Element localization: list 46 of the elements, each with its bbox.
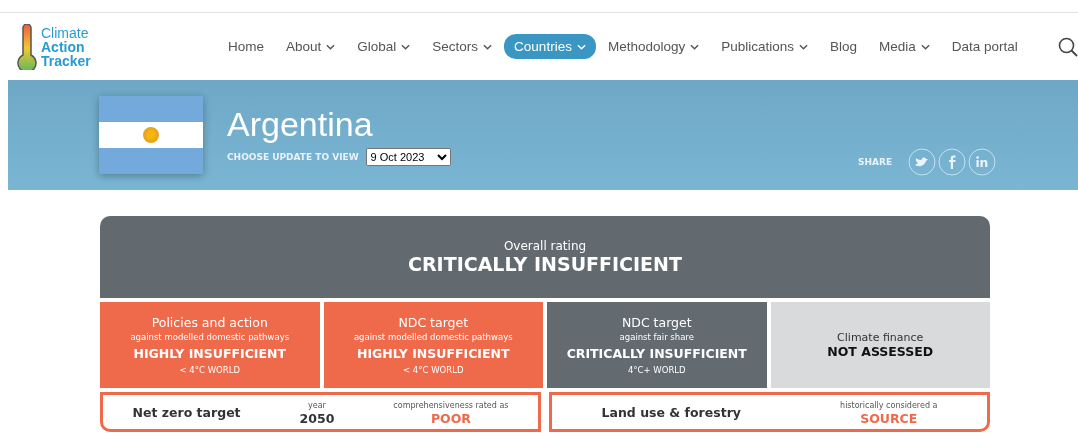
- thermometer-icon: [16, 23, 38, 70]
- update-select[interactable]: 9 Oct 2023: [365, 147, 451, 166]
- chevron-down-icon[interactable]: [326, 43, 336, 50]
- tile-world: < 4°C WORLD: [403, 365, 464, 375]
- tile-title: Policies and action: [151, 315, 268, 330]
- share-label: SHARE: [858, 157, 893, 167]
- fact-caption: historically considered a: [840, 400, 938, 412]
- overall-rating: CRITICALLY INSUFFICIENT: [408, 253, 682, 275]
- nav-item[interactable]: Home: [218, 34, 274, 59]
- nav-item[interactable]: About: [276, 34, 346, 59]
- fact-caption: comprehensiveness rated as: [393, 400, 509, 412]
- tile-rating: NOT ASSESSED: [827, 344, 934, 359]
- tile-title: NDC target: [621, 315, 692, 330]
- chevron-down-icon[interactable]: [799, 43, 808, 50]
- chevron-down-icon[interactable]: [690, 43, 700, 50]
- fact-value: SOURCE: [860, 412, 918, 425]
- tile-subtitle: against fair share: [619, 332, 694, 342]
- country-title: Argentina: [227, 104, 374, 144]
- target-label: Land use & forestry: [601, 404, 741, 420]
- nav-item[interactable]: Global: [347, 34, 421, 59]
- flag-icon: [99, 96, 203, 174]
- tile-rating: HIGHLY INSUFFICIENT: [356, 346, 510, 361]
- chevron-down-icon[interactable]: [401, 43, 411, 50]
- fact-caption: year: [308, 400, 326, 412]
- tile-world: 4°C+ WORLD: [627, 365, 686, 375]
- search-icon[interactable]: [1057, 36, 1078, 57]
- nav-item[interactable]: Methodology: [597, 34, 710, 59]
- tile-rating: HIGHLY INSUFFICIENT: [133, 346, 287, 361]
- tile-title: NDC target: [398, 315, 469, 330]
- fact-value: 2050: [299, 412, 335, 425]
- nav-item[interactable]: Media: [869, 34, 940, 59]
- tile-subtitle: against modelled domestic pathways: [130, 332, 290, 342]
- tile-subtitle: against modelled domestic pathways: [353, 332, 513, 342]
- nav-item[interactable]: Blog: [820, 34, 868, 59]
- fact-value: POOR: [430, 412, 471, 425]
- nav-item[interactable]: Data portal: [941, 34, 1028, 59]
- overall-caption: Overall rating: [503, 239, 587, 253]
- tile-rating: CRITICALLY INSUFFICIENT: [566, 346, 747, 361]
- nav-item[interactable]: Publications: [711, 34, 818, 59]
- tile-world: < 4°C WORLD: [179, 365, 240, 375]
- tile-title: Climate finance: [837, 331, 924, 344]
- chevron-down-icon[interactable]: [920, 43, 930, 50]
- target-label: Net zero target: [132, 404, 241, 420]
- chevron-down-icon[interactable]: [483, 43, 493, 50]
- update-label: CHOOSE UPDATE TO VIEW: [227, 151, 359, 162]
- nav-item[interactable]: Sectors: [422, 34, 503, 59]
